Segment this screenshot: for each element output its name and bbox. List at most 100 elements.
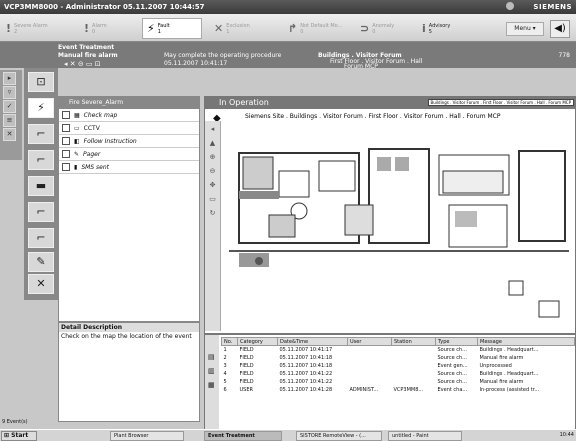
table-cell: USER (239, 386, 253, 393)
severe-alarm-button[interactable]: ! Severe Alarm 2 (6, 18, 66, 39)
list-icon[interactable]: ≡ (3, 114, 16, 127)
not-default-mode-button[interactable]: ↱ Not Default Mo... 0 (288, 18, 358, 39)
operation-status: In Operation (219, 98, 269, 107)
close-icon[interactable]: ✕ (3, 128, 16, 141)
check-icon[interactable]: ✓ (3, 100, 16, 113)
menu-button[interactable]: Menu ▾ (506, 22, 544, 36)
up-icon[interactable]: ▲ (208, 139, 217, 147)
table-row[interactable]: 2 FIELD 05.11.2007 10:41:18 Source ch... Man… (222, 354, 575, 362)
procedure-toolbar: ⊡ ⚡ ⌐ ⌐ ▬ ⌐ ⌐ ✎ ✕ (24, 68, 58, 300)
task-plant-browser[interactable]: Plant Browser (110, 431, 184, 441)
list-item[interactable]: ▦ Check map (59, 109, 199, 122)
collapse-icon[interactable]: ▸ (3, 72, 16, 85)
exclusion-button[interactable]: ✕ Exclusion 1 (214, 18, 274, 39)
filter-list-icon[interactable]: ▦ (208, 381, 215, 389)
event-list-tools: ▤ ▥ ▦ (205, 335, 219, 431)
far-left-bar: ▸ ▿ ✓ ≡ ✕ (0, 70, 22, 160)
table-cell: 05.11.2007 10:41:22 (279, 378, 333, 385)
table-cell (392, 362, 436, 370)
step-checkbox[interactable] (62, 150, 70, 158)
column-header[interactable]: Date&Time (277, 337, 348, 346)
column-header[interactable]: No. (221, 337, 238, 346)
step-checkbox[interactable] (62, 124, 70, 132)
pan-icon[interactable]: ✥ (208, 181, 217, 189)
anomaly-button[interactable]: ⊃ Anomaly 0 (360, 18, 410, 39)
table-row[interactable]: 6 USER 05.11.2007 10:41:28 ADMINIST... VCP3M… (222, 386, 575, 394)
section-label: Event Treatment (58, 44, 115, 51)
alarm-bar: ! Severe Alarm 2 ! Alarm 0 ⚡ Fault 1 ✕ Excl… (0, 14, 576, 42)
step-checkbox[interactable] (62, 137, 70, 145)
list-item[interactable]: ◧ Follow Instruction (59, 135, 199, 148)
table-cell: FIELD (239, 346, 254, 353)
list-item[interactable]: ▭ CCTV (59, 122, 199, 135)
table-row[interactable]: 3 FIELD 05.11.2007 10:41:18 Event gen... Unp… (222, 362, 575, 370)
table-cell: FIELD (239, 370, 254, 377)
step-tool-icon-3[interactable]: ⌐ (28, 202, 54, 222)
table-cell (348, 370, 392, 378)
refresh-icon[interactable]: ↻ (208, 209, 217, 217)
procedure-header: Fire Severe_Alarm (59, 97, 199, 109)
step-tool-icon-2[interactable]: ⌐ (28, 150, 54, 170)
table-cell: Source ch... (437, 354, 467, 361)
filter-icon[interactable]: ▿ (3, 86, 16, 99)
print-icon[interactable]: ▤ (208, 353, 215, 361)
zoom-in-icon[interactable]: ⊕ (208, 153, 217, 161)
title-bar: VCP3MM8000 - Administrator 05.11.2007 10… (0, 0, 576, 14)
start-button[interactable]: ⊞ Start (1, 431, 37, 441)
instruction-icon: ◧ (74, 137, 80, 145)
advisory-button[interactable]: i Advisory 5 (422, 18, 472, 39)
cancel-icon[interactable]: ✕ (28, 274, 54, 294)
pen-icon[interactable]: ✎ (28, 252, 54, 272)
step-tool-icon[interactable]: ⌐ (28, 124, 54, 144)
detail-heading: Detail Description (59, 323, 199, 332)
select-icon[interactable]: ▭ (208, 195, 217, 203)
table-cell: Event gen... (437, 362, 468, 369)
fault-button[interactable]: ⚡ Fault 1 (142, 18, 202, 39)
task-event-treatment[interactable]: Event Treatment (204, 431, 282, 441)
export-icon[interactable]: ▥ (208, 367, 215, 375)
table-cell: FIELD (239, 378, 254, 385)
event-count: 9 Event(s) (2, 419, 28, 425)
column-header[interactable]: Category (237, 337, 278, 346)
floor-plan[interactable] (229, 141, 569, 329)
window-title: VCP3MM8000 - Administrator 05.11.2007 10… (4, 3, 205, 11)
table-cell: 6 (223, 386, 227, 393)
table-row[interactable]: 5 FIELD 05.11.2007 10:41:22 Source ch... Man… (222, 378, 575, 386)
task-paint[interactable]: untitled - Paint (388, 431, 462, 441)
table-cell: 2 (223, 354, 227, 361)
zoom-out-icon[interactable]: ⊖ (208, 167, 217, 175)
table-row[interactable]: 4 FIELD 05.11.2007 10:41:22 Source ch... Bui… (222, 370, 575, 378)
event-toolbar-icons[interactable]: ◂ ✕ ⊝ ▭ ⊡ (64, 60, 101, 68)
table-cell (392, 346, 436, 354)
list-item[interactable]: ✎ Pager (59, 148, 199, 161)
fault-tool-icon[interactable]: ⚡ (28, 98, 54, 118)
list-item[interactable]: ▮ SMS sent (59, 161, 199, 174)
table-cell: Source ch... (437, 378, 467, 385)
step-tool-icon-4[interactable]: ⌐ (28, 228, 54, 248)
map-panel: In Operation Buildings . Visitor Forum .… (204, 96, 576, 334)
vehicle-icon[interactable]: ▬ (28, 176, 54, 196)
table-row[interactable]: 1 FIELD 05.11.2007 10:41:17 Source ch... Bui… (222, 346, 575, 354)
column-header[interactable]: User (347, 337, 392, 346)
speaker-icon[interactable]: ◀) (550, 20, 570, 38)
table-cell: Manual fire alarm (479, 378, 524, 385)
event-number: 778 (558, 52, 570, 59)
table-cell: 5 (223, 378, 227, 385)
task-sistore[interactable]: SISTORE RemoteView - (... (296, 431, 382, 441)
arrow-left-icon[interactable]: ◂ (208, 125, 217, 133)
column-header[interactable]: Message (477, 337, 575, 346)
table-cell: 05.11.2007 10:41:22 (279, 370, 333, 377)
map-tools: ◂ ▲ ⊕ ⊖ ✥ ▭ ↻ (205, 121, 221, 331)
step-checkbox[interactable] (62, 111, 70, 119)
table-cell: 05.11.2007 10:41:18 (279, 362, 333, 369)
alarm-button[interactable]: ! Alarm 0 (84, 18, 132, 39)
step-checkbox[interactable] (62, 163, 70, 171)
sms-icon: ▮ (74, 163, 78, 171)
table-cell (348, 354, 392, 362)
table-cell: Manual fire alarm (479, 354, 524, 361)
navigate-icon[interactable]: ⊡ (28, 72, 54, 92)
column-header[interactable]: Type (435, 337, 478, 346)
exclusion-icon: ✕ (214, 21, 224, 35)
table-cell: FIELD (239, 362, 254, 369)
column-header[interactable]: Station (391, 337, 436, 346)
